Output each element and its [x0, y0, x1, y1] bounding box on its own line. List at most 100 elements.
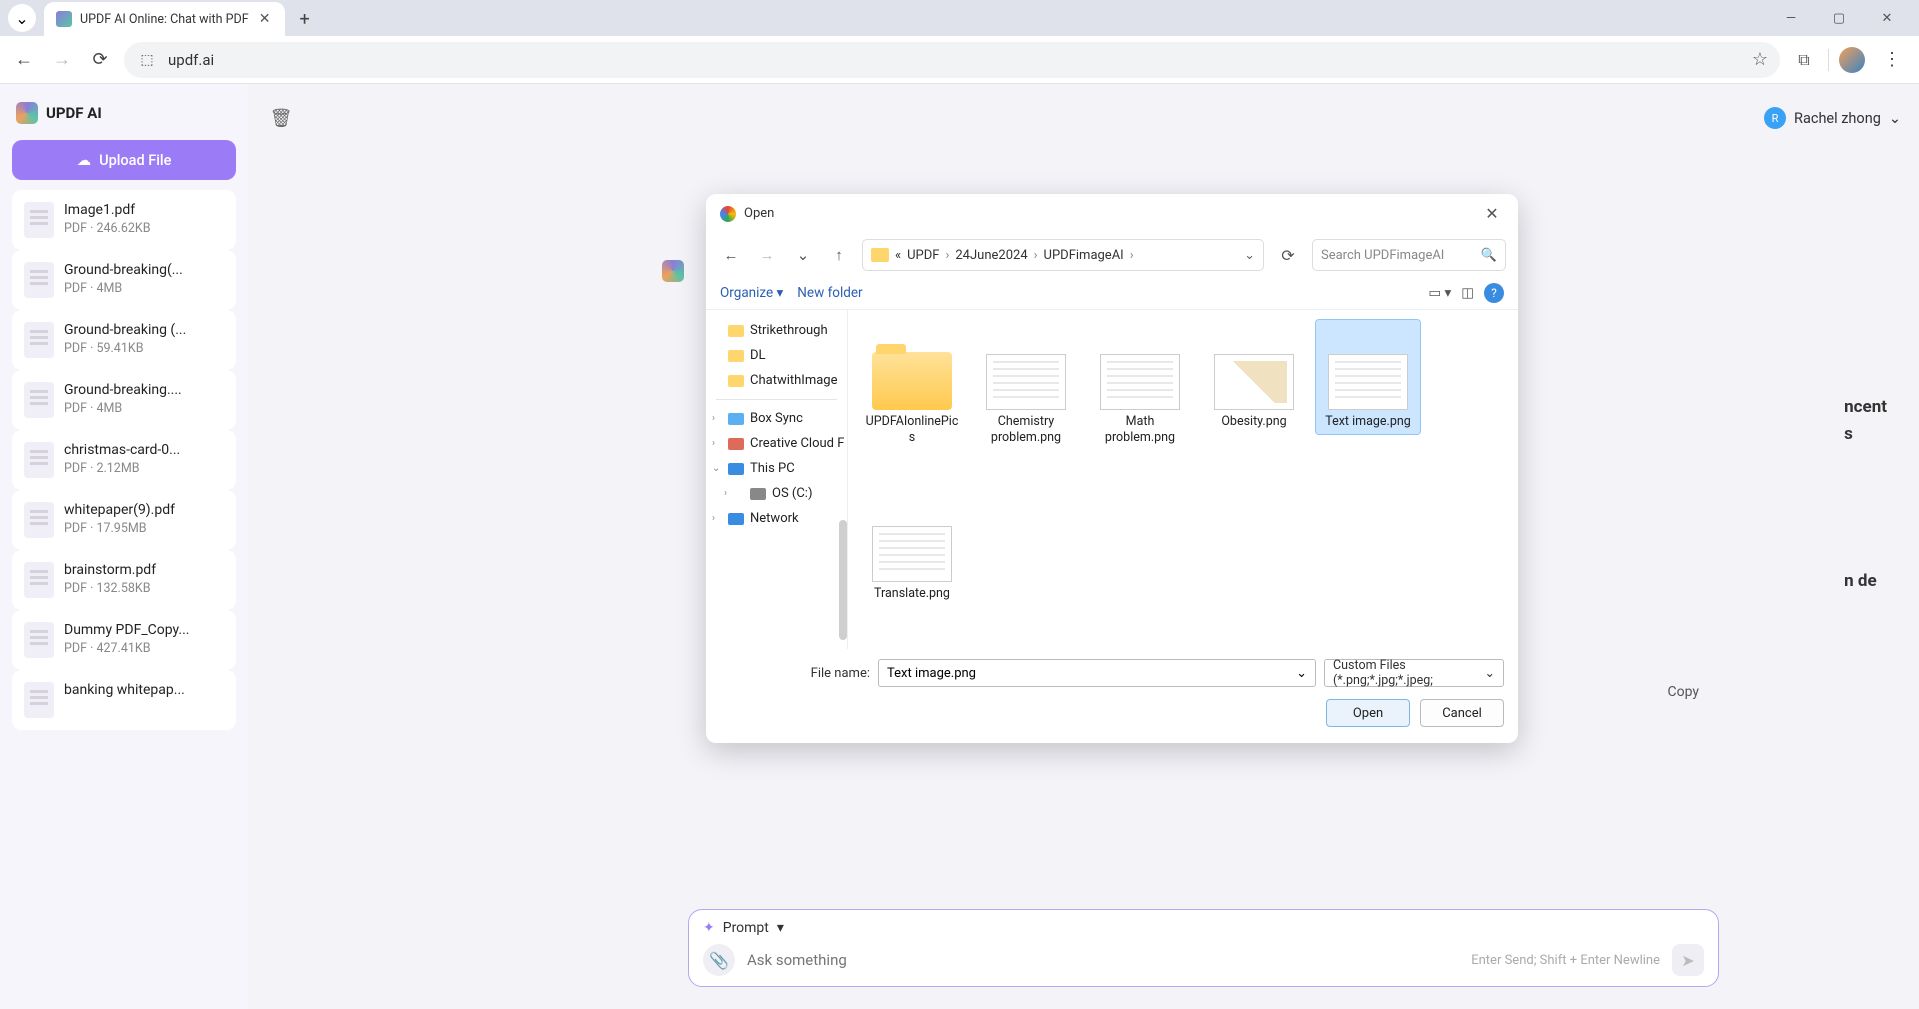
browser-titlebar: ⌄ UPDF AI Online: Chat with PDF ✕ + — ▢ …: [0, 0, 1919, 36]
cancel-button[interactable]: Cancel: [1420, 699, 1504, 727]
file-label: Text image.png: [1325, 414, 1411, 430]
file-meta: PDF · 246.62KB: [64, 221, 224, 236]
address-bar[interactable]: ⬚ updf.ai ☆: [124, 42, 1780, 78]
tabs-dropdown[interactable]: ⌄: [8, 4, 36, 32]
window-maximize[interactable]: ▢: [1825, 11, 1853, 26]
file-icon: [24, 622, 54, 658]
help-icon[interactable]: ?: [1484, 283, 1504, 303]
chrome-menu-icon[interactable]: ⋮: [1875, 49, 1909, 70]
file-icon: [24, 502, 54, 538]
profile-avatar[interactable]: [1839, 47, 1865, 73]
user-avatar: R: [1764, 107, 1786, 129]
sidebar-file-item[interactable]: whitepaper(9).pdf PDF · 17.95MB: [12, 490, 236, 550]
main-area: 🗑 R Rachel zhong ⌄ ncent s n de Copy ✦ P…: [248, 84, 1919, 1009]
file-name: brainstorm.pdf: [64, 562, 224, 578]
view-mode-icon[interactable]: ▭ ▾: [1428, 285, 1451, 301]
upload-icon: ☁: [77, 152, 92, 169]
forward-button[interactable]: →: [48, 46, 76, 74]
reload-button[interactable]: ⟳: [86, 46, 114, 74]
tree-item[interactable]: ChatwithImage: [706, 368, 847, 393]
sidebar-file-item[interactable]: Image1.pdf PDF · 246.62KB: [12, 190, 236, 250]
file-meta: PDF · 4MB: [64, 401, 224, 416]
extensions-icon[interactable]: ⧉: [1790, 46, 1818, 74]
tree-item[interactable]: ⌄This PC: [706, 456, 847, 481]
file-icon: [24, 682, 54, 718]
file-grid-item[interactable]: Text image.png: [1316, 320, 1420, 434]
sidebar-file-item[interactable]: banking whitepap...: [12, 670, 236, 730]
new-folder-button[interactable]: New folder: [797, 285, 862, 301]
organize-menu[interactable]: Organize ▾: [720, 285, 783, 301]
file-name: Ground-breaking....: [64, 382, 224, 398]
site-info-icon[interactable]: ⬚: [136, 49, 158, 71]
tree-item[interactable]: ›Box Sync: [706, 406, 847, 431]
prompt-input[interactable]: [747, 951, 1459, 969]
file-grid-item[interactable]: Obesity.png: [1202, 320, 1306, 434]
back-button[interactable]: ←: [10, 46, 38, 74]
dialog-footer: File name: Text image.png ⌄ Custom Files…: [706, 649, 1518, 743]
dialog-search[interactable]: Search UPDFimageAI 🔍: [1312, 239, 1506, 271]
folder-icon: [871, 248, 889, 262]
file-grid-item[interactable]: UPDFAIonlinePics: [860, 320, 964, 449]
scrollbar[interactable]: [839, 520, 847, 640]
sidebar-file-item[interactable]: brainstorm.pdf PDF · 132.58KB: [12, 550, 236, 610]
tree-item[interactable]: ›Creative Cloud F: [706, 431, 847, 456]
prompt-selector[interactable]: ✦ Prompt ▾: [703, 920, 1704, 944]
dialog-up-button[interactable]: ↑: [826, 242, 852, 268]
sidebar-file-item[interactable]: Dummy PDF_Copy... PDF · 427.41KB: [12, 610, 236, 670]
tab-close-icon[interactable]: ✕: [257, 11, 273, 27]
dialog-nav: ← → ⌄ ↑ « UPDF › 24June2024 › UPDFimageA…: [706, 233, 1518, 277]
file-grid-item[interactable]: Translate.png: [860, 492, 964, 606]
window-minimize[interactable]: —: [1777, 11, 1805, 26]
tree-item[interactable]: ›Network: [706, 506, 847, 531]
breadcrumb-part[interactable]: 24June2024: [955, 248, 1027, 263]
file-grid-item[interactable]: Chemistry problem.png: [974, 320, 1078, 449]
file-icon: [24, 262, 54, 298]
search-icon: 🔍: [1481, 248, 1497, 263]
chevron-down-icon[interactable]: ⌄: [1296, 666, 1307, 681]
tree-item[interactable]: ›OS (C:): [706, 481, 847, 506]
input-hint: Enter Send; Shift + Enter Newline: [1471, 953, 1660, 968]
sidebar-file-item[interactable]: Ground-breaking (... PDF · 59.41KB: [12, 310, 236, 370]
file-name: Image1.pdf: [64, 202, 224, 218]
tree-item[interactable]: Strikethrough: [706, 318, 847, 343]
filename-input[interactable]: Text image.png ⌄: [878, 659, 1316, 687]
tree-item[interactable]: DL: [706, 343, 847, 368]
dialog-close-icon[interactable]: ✕: [1480, 204, 1504, 223]
new-tab-button[interactable]: +: [291, 5, 319, 33]
preview-pane-icon[interactable]: ◫: [1461, 285, 1474, 301]
chevron-down-icon: ⌄: [1485, 665, 1495, 681]
file-meta: PDF · 4MB: [64, 281, 224, 296]
send-button[interactable]: ➤: [1672, 944, 1704, 976]
paperclip-icon: 📎: [709, 951, 729, 970]
browser-tab[interactable]: UPDF AI Online: Chat with PDF ✕: [44, 2, 285, 36]
sidebar-file-item[interactable]: Ground-breaking(... PDF · 4MB: [12, 250, 236, 310]
url-text: updf.ai: [168, 51, 1742, 69]
attach-button[interactable]: 📎: [703, 944, 735, 976]
dialog-recent-dropdown[interactable]: ⌄: [790, 242, 816, 268]
bookmark-icon[interactable]: ☆: [1752, 49, 1768, 70]
breadcrumb-part[interactable]: UPDF: [907, 248, 939, 263]
file-label: Translate.png: [874, 586, 950, 602]
breadcrumb[interactable]: « UPDF › 24June2024 › UPDFimageAI › ⌄: [862, 239, 1264, 271]
file-grid-item[interactable]: Math problem.png: [1088, 320, 1192, 449]
app-root: UPDF AI ☁ Upload File Image1.pdf PDF · 2…: [0, 84, 1919, 1009]
dialog-forward-button[interactable]: →: [754, 242, 780, 268]
prompt-label: Prompt: [723, 920, 769, 936]
background-chat-text: ncent s n de: [1844, 394, 1887, 596]
upload-file-button[interactable]: ☁ Upload File: [12, 140, 236, 180]
window-close[interactable]: ✕: [1873, 11, 1901, 26]
filetype-select[interactable]: Custom Files (*.png;*.jpg;*.jpeg; ⌄: [1324, 659, 1504, 687]
sidebar-file-item[interactable]: Ground-breaking.... PDF · 4MB: [12, 370, 236, 430]
breadcrumb-part[interactable]: UPDFimageAI: [1044, 248, 1124, 263]
copy-button[interactable]: Copy: [1667, 684, 1699, 700]
file-icon: [24, 322, 54, 358]
file-name: Ground-breaking(...: [64, 262, 224, 278]
dialog-back-button[interactable]: ←: [718, 242, 744, 268]
user-menu[interactable]: R Rachel zhong ⌄: [1764, 107, 1901, 129]
sidebar-file-item[interactable]: christmas-card-0... PDF · 2.12MB: [12, 430, 236, 490]
sidebar: UPDF AI ☁ Upload File Image1.pdf PDF · 2…: [0, 84, 248, 1009]
open-button[interactable]: Open: [1326, 699, 1410, 727]
trash-icon[interactable]: 🗑: [266, 103, 296, 133]
chevron-down-icon[interactable]: ⌄: [1244, 248, 1255, 263]
dialog-refresh-button[interactable]: ⟳: [1274, 241, 1302, 269]
